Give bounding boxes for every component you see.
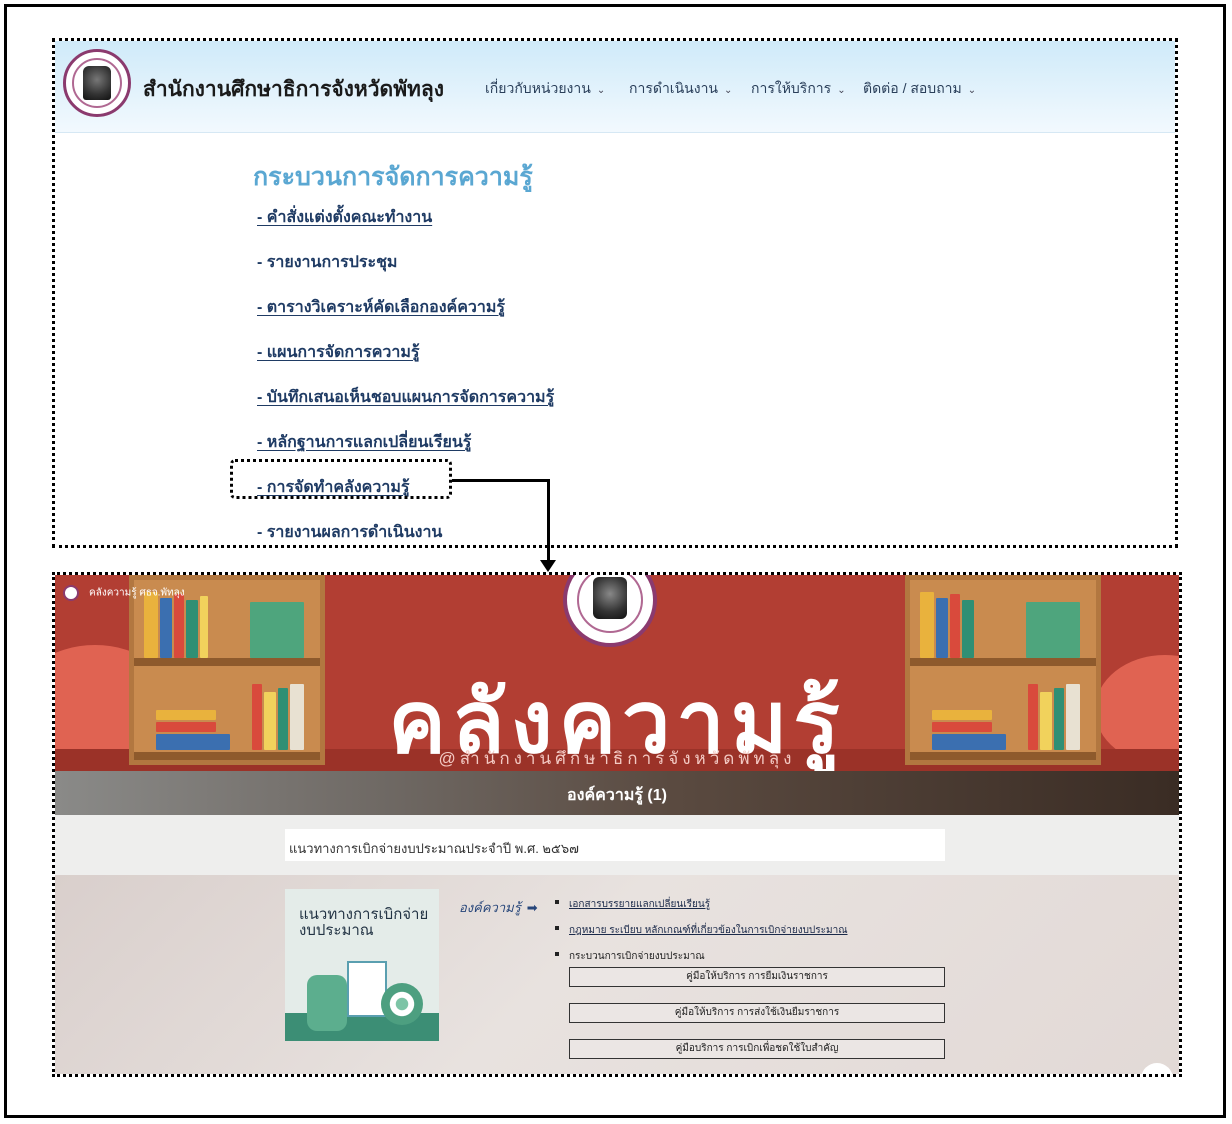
mini-seal-icon (63, 585, 79, 601)
chevron-down-icon: ⌄ (837, 85, 846, 96)
manual-button-borrow-label: คู่มือให้บริการ การยืมเงินราชการ (686, 971, 828, 982)
nav-contact[interactable]: ติดต่อ / สอบถาม ⌄ (863, 78, 976, 100)
link-plan-approval-memo[interactable]: - บันทึกเสนอเห็นชอบแผนการจัดการความรู้ (257, 385, 554, 410)
site-title[interactable]: สำนักงานศึกษาธิการจังหวัดพัทลุง (143, 73, 444, 106)
bullet-link-exchange-doc[interactable]: เอกสารบรรยายแลกเปลี่ยนเรียนรู้ (554, 897, 710, 912)
link-knowledge-analysis-table[interactable]: - ตารางวิเคราะห์คัดเลือกองค์ความรู้ (257, 295, 505, 320)
nav-operations[interactable]: การดำเนินงาน ⌄ (629, 78, 732, 100)
knowledge-label-text: องค์ความรู้ (459, 900, 521, 915)
connector-line (452, 479, 550, 482)
thumbnail-text: แนวทางการเบิกจ่าย งบประมาณ (299, 906, 429, 939)
section-header-strip: องค์ความรู้ (1) (55, 771, 1179, 815)
card-area: แนวทางการเบิกจ่ายงบประมาณประจำปี พ.ศ. ๒๕… (55, 815, 1179, 875)
banner: คลังความรู้ ศธจ.พัทลุง คลังความรู้ @สำนั… (55, 575, 1179, 771)
nav-contact-label: ติดต่อ / สอบถาม (863, 80, 962, 96)
link-km-plan[interactable]: - แผนการจัดการความรู้ (257, 340, 420, 365)
chevron-down-icon: ⌄ (967, 85, 977, 96)
knowledge-content: แนวทางการเบิกจ่าย งบประมาณ องค์ความรู้ ➡ … (55, 875, 1179, 1074)
manual-button-borrow[interactable]: คู่มือให้บริการ การยืมเงินราชการ (569, 967, 945, 987)
topic-card: แนวทางการเบิกจ่ายงบประมาณประจำปี พ.ศ. ๒๕… (285, 829, 945, 861)
highlight-callout (230, 459, 452, 499)
arrow-right-icon: ➡ (526, 900, 538, 915)
arrow-down-icon (540, 560, 556, 572)
section-title: องค์ความรู้ (1) (567, 787, 667, 804)
bullet-process: กระบวนการเบิกจ่ายงบประมาณ (555, 951, 705, 962)
manual-button-reimburse-label: คู่มือบริการ การเบิกเพื่อชดใช้ใบสำคัญ (675, 1043, 839, 1054)
topic-card-title: แนวทางการเบิกจ่ายงบประมาณประจำปี พ.ศ. ๒๕… (289, 841, 579, 856)
link-operation-report[interactable]: - รายงานผลการดำเนินงาน (257, 520, 442, 545)
site-header: สำนักงานศึกษาธิการจังหวัดพัทลุง เกี่ยวกั… (55, 41, 1175, 133)
manual-button-reimburse[interactable]: คู่มือบริการ การเบิกเพื่อชดใช้ใบสำคัญ (569, 1039, 945, 1059)
page-title: กระบวนการจัดการความรู้ (253, 163, 533, 191)
target-icon (381, 983, 423, 1025)
money-jar-icon (307, 975, 347, 1031)
seal-emblem-icon (593, 577, 627, 619)
site-brand-label: คลังความรู้ ศธจ.พัทลุง (89, 587, 185, 599)
topic-thumbnail[interactable]: แนวทางการเบิกจ่าย งบประมาณ (285, 889, 439, 1041)
connector-line (547, 479, 550, 561)
knowledge-repository-section: คลังความรู้ ศธจ.พัทลุง คลังความรู้ @สำนั… (52, 572, 1182, 1077)
link-meeting-report[interactable]: - รายงานการประชุม (257, 250, 397, 275)
manual-button-repay[interactable]: คู่มือให้บริการ การส่งใช้เงินยืมราชการ (569, 1003, 945, 1023)
website-section: สำนักงานศึกษาธิการจังหวัดพัทลุง เกี่ยวกั… (52, 38, 1178, 548)
banner-seal-logo (563, 575, 657, 647)
site-brand[interactable]: คลังความรู้ ศธจ.พัทลุง (63, 585, 185, 601)
office-seal-logo[interactable] (63, 49, 131, 117)
nav-operations-label: การดำเนินงาน (629, 80, 719, 96)
banner-subtitle: @สำนักงานศึกษาธิการจังหวัดพัทลุง (438, 749, 796, 768)
manual-button-repay-label: คู่มือให้บริการ การส่งใช้เงินยืมราชการ (674, 1007, 840, 1018)
logo-emblem-icon (83, 66, 111, 100)
chevron-down-icon: ⌄ (724, 85, 733, 96)
link-exchange-evidence[interactable]: - หลักฐานการแลกเปลี่ยนเรียนรู้ (257, 430, 471, 455)
nav-services-label: การให้บริการ (751, 80, 832, 96)
nav-services[interactable]: การให้บริการ ⌄ (751, 78, 846, 100)
chevron-down-icon: ⌄ (596, 85, 606, 96)
bullet-link-regulations[interactable]: กฎหมาย ระเบียบ หลักเกณฑ์ที่เกี่ยวข้องในก… (555, 923, 848, 938)
knowledge-label: องค์ความรู้ ➡ (459, 897, 538, 918)
nav-about-label: เกี่ยวกับหน่วยงาน (485, 80, 591, 96)
nav-about[interactable]: เกี่ยวกับหน่วยงาน ⌄ (485, 78, 605, 100)
link-committee-order[interactable]: - คำสั่งแต่งตั้งคณะทำงาน (257, 205, 432, 230)
